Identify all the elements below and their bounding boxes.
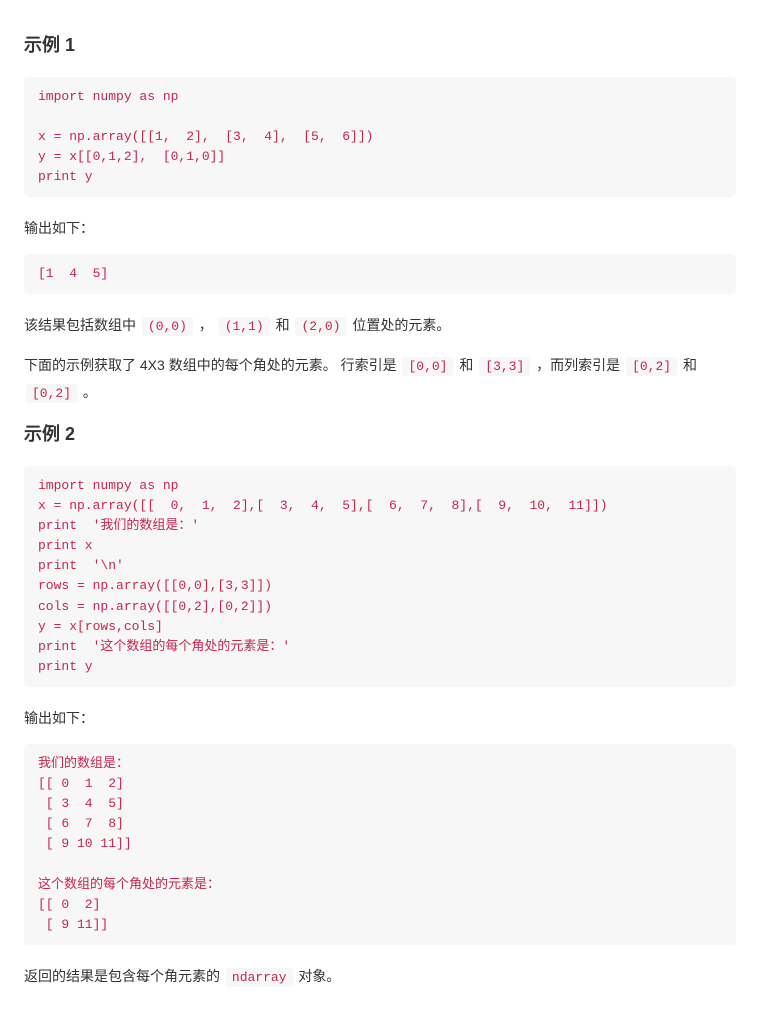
text: 该结果包括数组中 — [24, 317, 136, 333]
inline-code-pos1: (0,0) — [142, 317, 193, 336]
inline-code-pos3: (2,0) — [295, 317, 346, 336]
example1-heading: 示例 1 — [24, 30, 736, 61]
example2-desc: 返回的结果是包含每个角元素的 ndarray 对象。 — [24, 963, 736, 991]
example2-heading: 示例 2 — [24, 419, 736, 450]
inline-code-colidx2: [0,2] — [26, 384, 77, 403]
text: 下面的示例获取了 4X3 数组中的每个角处的元素。 行索引是 — [24, 357, 397, 373]
text: 位置处的元素。 — [352, 317, 450, 333]
example1-output-label: 输出如下： — [24, 215, 736, 242]
example1-code: import numpy as np x = np.array([[1, 2],… — [24, 77, 736, 198]
text: 返回的结果是包含每个角元素的 — [24, 968, 220, 984]
text: 和 — [276, 317, 290, 333]
example1-desc: 该结果包括数组中 (0,0) ， (1,1) 和 (2,0) 位置处的元素。 — [24, 312, 736, 340]
example2-output-label: 输出如下： — [24, 705, 736, 732]
example2-output: 我们的数组是： [[ 0 1 2] [ 3 4 5] — [24, 744, 736, 945]
text: 和 — [683, 357, 697, 373]
example1-output: [1 4 5] — [24, 254, 736, 294]
text: ， — [199, 317, 213, 333]
text: 。 — [83, 384, 97, 400]
text: ，而列索引是 — [536, 357, 620, 373]
inline-code-colidx1: [0,2] — [626, 357, 677, 376]
inline-code-rowidx1: [0,0] — [402, 357, 453, 376]
text: 和 — [459, 357, 473, 373]
inline-code-rowidx2: [3,3] — [479, 357, 530, 376]
example1-para2: 下面的示例获取了 4X3 数组中的每个角处的元素。 行索引是 [0,0] 和 [… — [24, 352, 736, 407]
inline-code-ndarray: ndarray — [226, 968, 293, 987]
example2-code: import numpy as np x = np.array([[ 0, 1,… — [24, 466, 736, 687]
text: 对象。 — [298, 968, 340, 984]
inline-code-pos2: (1,1) — [219, 317, 270, 336]
